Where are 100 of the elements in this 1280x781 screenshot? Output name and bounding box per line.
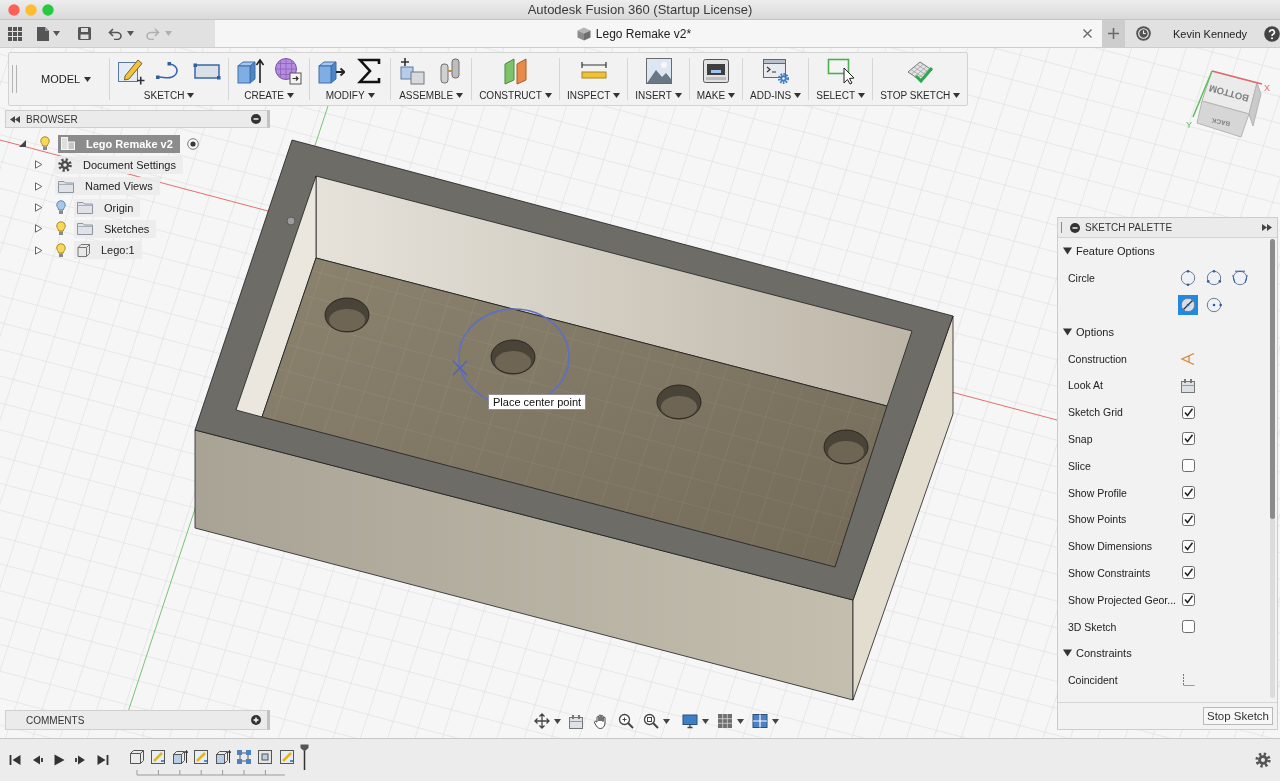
- caret-icon[interactable]: [737, 718, 744, 724]
- checkbox[interactable]: [1181, 566, 1195, 580]
- double-arrow-icon[interactable]: [10, 115, 20, 123]
- caret-icon[interactable]: [456, 93, 464, 98]
- sketch-pencil-icon[interactable]: [117, 57, 146, 85]
- section-header[interactable]: Constraints: [1061, 639, 1270, 667]
- new-tab-button[interactable]: [1102, 20, 1125, 47]
- four-arrows-icon[interactable]: [534, 713, 550, 729]
- tree-toggle-icon[interactable]: [34, 245, 43, 255]
- toolbar-menu-button[interactable]: MAKE: [696, 90, 736, 101]
- tree-item[interactable]: Named Views: [55, 177, 160, 196]
- calendar-icon[interactable]: [568, 713, 584, 729]
- sketch-icon[interactable]: [150, 749, 167, 765]
- planes-icon[interactable]: [501, 57, 530, 85]
- document-tab[interactable]: Lego Remake v2*: [215, 20, 1102, 47]
- tree-item[interactable]: Lego:1: [74, 241, 142, 260]
- caret-icon[interactable]: [728, 93, 736, 98]
- section-header[interactable]: Feature Options: [1061, 238, 1270, 265]
- caret-icon[interactable]: [287, 93, 295, 98]
- checkbox[interactable]: [1181, 620, 1195, 634]
- tree-toggle-icon[interactable]: [18, 139, 27, 149]
- circle-tool-button[interactable]: [1204, 295, 1224, 315]
- clock-icon[interactable]: [1136, 26, 1151, 41]
- cube-icon[interactable]: [129, 749, 145, 765]
- toolbar-menu-button[interactable]: ADD-INS: [750, 90, 802, 101]
- double-arrow-icon[interactable]: [1262, 224, 1272, 231]
- file-icon[interactable]: [37, 26, 49, 41]
- minus-circle-icon[interactable]: [251, 114, 261, 124]
- play-icon[interactable]: [53, 754, 65, 766]
- light-bulb-icon[interactable]: [40, 136, 50, 152]
- undo-icon[interactable]: [108, 27, 122, 40]
- sketch-icon[interactable]: [193, 749, 210, 765]
- timeline-marker[interactable]: [300, 744, 310, 770]
- skip-start-icon[interactable]: [9, 754, 21, 766]
- caret-icon[interactable]: [702, 718, 709, 724]
- shell-icon[interactable]: [257, 749, 274, 765]
- circle-tool-button[interactable]: [1178, 295, 1198, 315]
- toolbar-menu-button[interactable]: INSERT: [635, 90, 682, 101]
- extrude-icon[interactable]: [171, 749, 188, 765]
- tree-toggle-icon[interactable]: [34, 224, 43, 234]
- help-icon[interactable]: [1264, 25, 1280, 42]
- caret-icon[interactable]: [613, 93, 621, 98]
- caret-icon[interactable]: [127, 31, 134, 36]
- section-toggle-icon[interactable]: [1063, 247, 1072, 256]
- toolbar-menu-button[interactable]: SELECT: [816, 90, 866, 101]
- settings-icon[interactable]: [1255, 752, 1271, 768]
- checkbox[interactable]: [1181, 486, 1195, 500]
- stop-sketch-button[interactable]: Stop Sketch: [1203, 707, 1273, 725]
- caret-icon[interactable]: [187, 93, 195, 98]
- caret-icon[interactable]: [367, 93, 375, 98]
- toolbar-menu-button[interactable]: STOP SKETCH: [880, 90, 961, 101]
- caret-icon[interactable]: [544, 93, 552, 98]
- step-back-icon[interactable]: [31, 754, 43, 766]
- checkbox[interactable]: [1181, 405, 1195, 419]
- light-bulb-icon[interactable]: [56, 221, 66, 237]
- calendar-icon[interactable]: [1180, 377, 1196, 393]
- sketch-icon[interactable]: [278, 749, 295, 765]
- toolbar-menu-button[interactable]: INSPECT: [566, 90, 621, 101]
- section-header[interactable]: Options: [1061, 318, 1270, 346]
- boxes-plus-icon[interactable]: [398, 57, 427, 85]
- monitor-icon[interactable]: [682, 713, 698, 729]
- window-panes-icon[interactable]: [752, 713, 768, 729]
- view-cube[interactable]: [1196, 70, 1262, 138]
- scrollbar-thumb[interactable]: [1270, 239, 1275, 519]
- toolbar-menu-button[interactable]: ASSEMBLE: [399, 90, 464, 101]
- caret-icon[interactable]: [674, 93, 682, 98]
- caret-icon[interactable]: [772, 718, 779, 724]
- caret-icon[interactable]: [953, 93, 961, 98]
- toolbar-menu-button[interactable]: CREATE: [244, 90, 295, 101]
- radio-icon[interactable]: [186, 137, 199, 150]
- checkbox[interactable]: [1181, 512, 1195, 526]
- extrude-icon[interactable]: [214, 749, 231, 765]
- checkbox[interactable]: [1181, 539, 1195, 553]
- caret-icon[interactable]: [663, 718, 670, 724]
- toolbar-menu-button[interactable]: SKETCH: [143, 90, 195, 101]
- caret-icon[interactable]: [53, 31, 60, 36]
- hand-icon[interactable]: [593, 713, 609, 729]
- save-icon[interactable]: [78, 27, 91, 40]
- magnifier-icon[interactable]: [643, 713, 659, 729]
- grip-handle[interactable]: [12, 65, 17, 93]
- circle-tool-button[interactable]: [1178, 268, 1198, 289]
- grid-sphere-icon[interactable]: [274, 57, 303, 85]
- select-box-icon[interactable]: [826, 57, 855, 85]
- checkbox[interactable]: [1181, 593, 1195, 607]
- caret-icon[interactable]: [84, 76, 92, 82]
- light-bulb-icon[interactable]: [56, 242, 66, 258]
- user-menu[interactable]: Kevin Kennedy: [1173, 27, 1247, 40]
- checkbox[interactable]: [1181, 432, 1195, 446]
- caret-icon[interactable]: [554, 718, 561, 724]
- toolbar-menu-button[interactable]: CONSTRUCT: [479, 90, 552, 101]
- step-forward-icon[interactable]: [75, 754, 87, 766]
- minus-circle-icon[interactable]: [1070, 222, 1080, 233]
- caret-icon[interactable]: [858, 93, 866, 98]
- printer-icon[interactable]: [701, 57, 730, 85]
- plus-circle-icon[interactable]: [251, 715, 261, 725]
- grid-icon[interactable]: [717, 713, 733, 729]
- image-icon[interactable]: [644, 57, 673, 85]
- zoom-icon[interactable]: [618, 713, 634, 729]
- section-toggle-icon[interactable]: [1063, 649, 1072, 658]
- script-window-icon[interactable]: [761, 57, 790, 85]
